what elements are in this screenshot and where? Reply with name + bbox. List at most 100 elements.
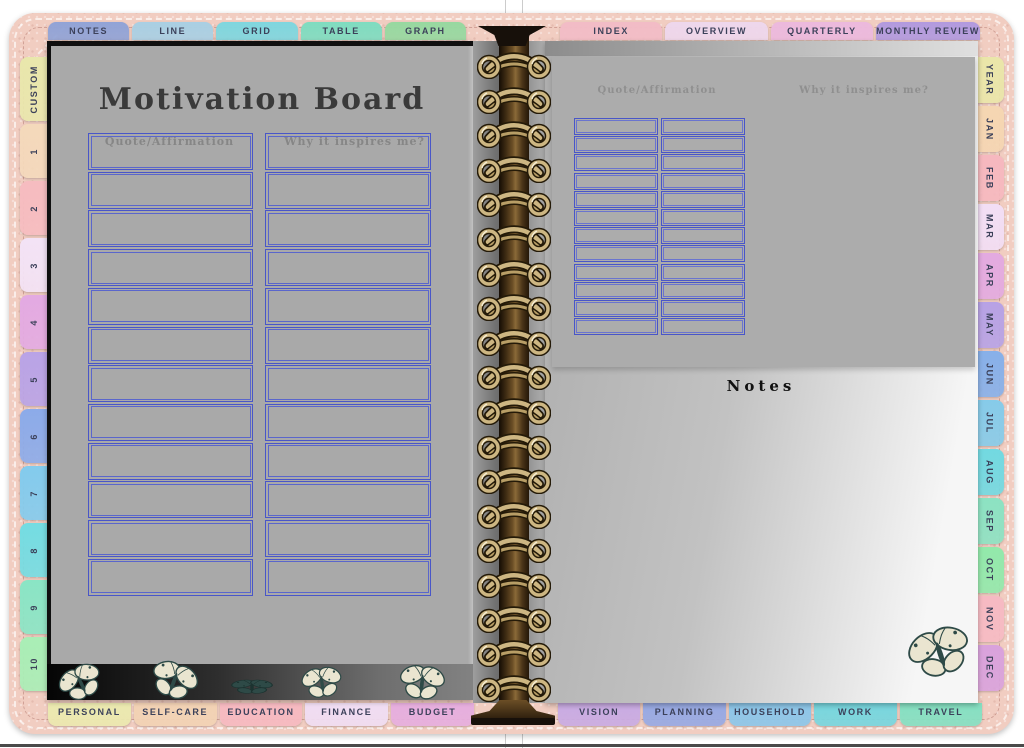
quote-entry-box[interactable] (88, 559, 253, 596)
mini-quote-box[interactable] (574, 318, 658, 335)
tab-jul[interactable]: JUL (975, 400, 1004, 446)
tab-graph[interactable]: GRAPH (385, 22, 466, 40)
tab-work[interactable]: WORK (814, 703, 896, 726)
tab-aug[interactable]: AUG (975, 449, 1004, 495)
mini-why-box[interactable] (661, 191, 745, 208)
tab-10[interactable]: 10 (20, 637, 48, 691)
tab-grid[interactable]: GRID (216, 22, 297, 40)
left-side-tab-bar: CUSTOM 1 2 34567 8 910 (20, 57, 48, 691)
quote-entry-box[interactable] (88, 481, 253, 518)
tab-5[interactable]: 5 (20, 352, 48, 406)
top-right-tab-bar: INDEXOVERVIEWQUARTERLYMONTHLY REVIEW (560, 22, 980, 40)
why-entry-box[interactable] (265, 443, 431, 480)
tab-9[interactable]: 9 (20, 580, 48, 634)
mini-quote-box[interactable] (574, 282, 658, 299)
mini-why-box[interactable] (661, 118, 745, 135)
mini-why-box[interactable] (661, 136, 745, 153)
top-left-tab-bar: NOTESLINEGRIDTABLEGRAPH (48, 22, 466, 40)
why-entry-box[interactable] (265, 365, 431, 402)
why-entry-box[interactable] (265, 133, 431, 170)
tab-index[interactable]: INDEX (560, 22, 662, 40)
tab-8[interactable]: 8 (20, 523, 48, 577)
tab-2[interactable]: 2 (20, 181, 48, 235)
mini-why-box[interactable] (661, 300, 745, 317)
mini-quote-box[interactable] (574, 300, 658, 317)
why-entry-box[interactable] (265, 327, 431, 364)
tab-label: 2 (29, 205, 39, 212)
tab-label: 8 (29, 547, 39, 554)
left-page-paper[interactable]: Motivation Board Quote/Affirmation Why i… (51, 46, 473, 664)
tab-quarterly[interactable]: QUARTERLY (771, 22, 873, 40)
quote-entry-box[interactable] (88, 443, 253, 480)
mini-why-box[interactable] (661, 264, 745, 281)
quote-entry-box[interactable] (88, 210, 253, 247)
tab-label: JUL (985, 412, 995, 434)
tab-jan[interactable]: JAN (975, 106, 1004, 152)
mini-why-box[interactable] (661, 318, 745, 335)
tab-year[interactable]: YEAR (975, 57, 1004, 103)
mini-quote-box[interactable] (574, 227, 658, 244)
tab-household[interactable]: HOUSEHOLD (729, 703, 811, 726)
tab-4[interactable]: 4 (20, 295, 48, 349)
tab-7[interactable]: 7 (20, 466, 48, 520)
quote-entry-box[interactable] (88, 172, 253, 209)
mini-quote-box[interactable] (574, 173, 658, 190)
quote-entry-box[interactable] (88, 133, 253, 170)
tab-apr[interactable]: APR (975, 253, 1004, 299)
why-entry-box[interactable] (265, 288, 431, 325)
mini-why-box[interactable] (661, 154, 745, 171)
why-entry-box[interactable] (265, 172, 431, 209)
tab-6[interactable]: 6 (20, 409, 48, 463)
why-entry-box[interactable] (265, 520, 431, 557)
quote-entry-box[interactable] (88, 288, 253, 325)
mini-quote-box[interactable] (574, 245, 658, 262)
tab-sep[interactable]: SEP (975, 498, 1004, 544)
mini-quote-box[interactable] (574, 118, 658, 135)
quote-entry-box[interactable] (88, 365, 253, 402)
quote-entry-box[interactable] (88, 404, 253, 441)
tab-overview[interactable]: OVERVIEW (665, 22, 767, 40)
binder-ring (477, 395, 551, 425)
tab-travel[interactable]: TRAVEL (900, 703, 982, 726)
tab-planning[interactable]: PLANNING (643, 703, 725, 726)
tab-monthly-review[interactable]: MONTHLY REVIEW (876, 22, 980, 40)
tab-notes[interactable]: NOTES (48, 22, 129, 40)
why-entry-box[interactable] (265, 481, 431, 518)
binder-ring (477, 153, 551, 183)
tab-1[interactable]: 1 (20, 124, 48, 178)
mini-why-box[interactable] (661, 245, 745, 262)
tab-may[interactable]: MAY (975, 302, 1004, 348)
mini-why-box[interactable] (661, 173, 745, 190)
mini-quote-box[interactable] (574, 136, 658, 153)
tab-oct[interactable]: OCT (975, 547, 1004, 593)
tab-label: MAY (985, 313, 995, 337)
binder-ring (477, 430, 551, 460)
tab-jun[interactable]: JUN (975, 351, 1004, 397)
tab-nov[interactable]: NOV (975, 596, 1004, 642)
tab-feb[interactable]: FEB (975, 155, 1004, 201)
right-page[interactable]: Quote/Affirmation Why it inspires me? No… (545, 41, 978, 703)
tab-line[interactable]: LINE (132, 22, 213, 40)
quote-entry-box[interactable] (88, 520, 253, 557)
quote-entry-box[interactable] (88, 327, 253, 364)
tab-custom[interactable]: CUSTOM (20, 57, 48, 121)
binder-ring (477, 499, 551, 529)
mini-why-box[interactable] (661, 209, 745, 226)
why-entry-box[interactable] (265, 249, 431, 286)
tab-3[interactable]: 3 (20, 238, 48, 292)
why-entry-box[interactable] (265, 404, 431, 441)
tab-education[interactable]: EDUCATION (220, 703, 303, 726)
mini-quote-box[interactable] (574, 209, 658, 226)
tab-vision[interactable]: VISION (558, 703, 640, 726)
tab-mar[interactable]: MAR (975, 204, 1004, 250)
tab-label: VISION (579, 707, 619, 717)
mini-quote-box[interactable] (574, 264, 658, 281)
mini-why-box[interactable] (661, 227, 745, 244)
why-entry-box[interactable] (265, 559, 431, 596)
quote-entry-box[interactable] (88, 249, 253, 286)
why-entry-box[interactable] (265, 210, 431, 247)
mini-why-box[interactable] (661, 282, 745, 299)
mini-quote-box[interactable] (574, 191, 658, 208)
mini-quote-box[interactable] (574, 154, 658, 171)
tab-table[interactable]: TABLE (301, 22, 382, 40)
